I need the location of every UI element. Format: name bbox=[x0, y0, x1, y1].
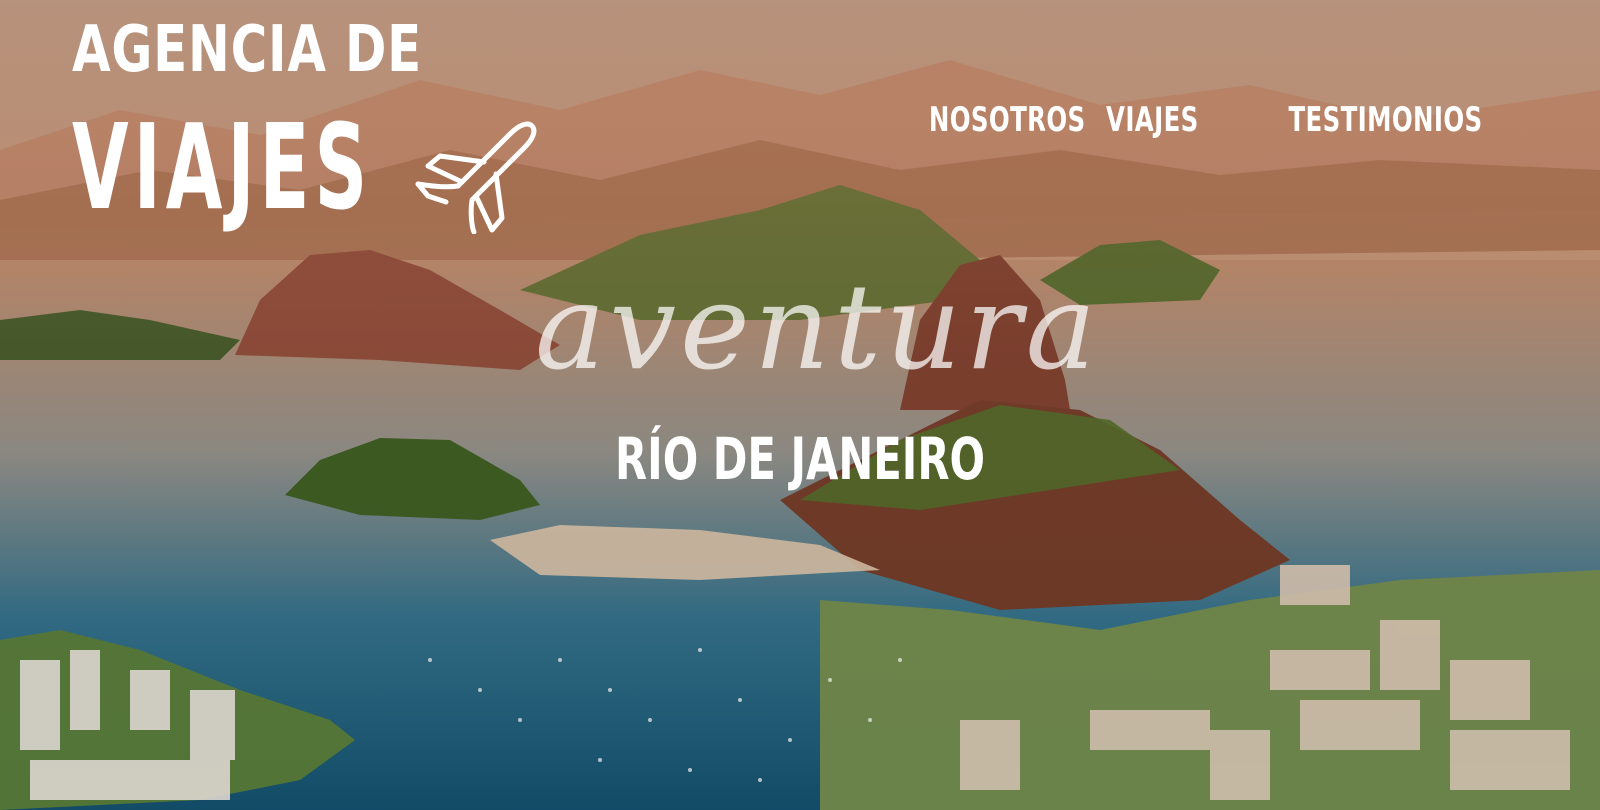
hero-city-title: RÍO DE JANEIRO bbox=[615, 425, 985, 493]
nav-link-viajes[interactable]: VIAJES bbox=[1106, 100, 1199, 140]
hero-section: AGENCIA DE VIAJES NOSOTROS VIAJES TESTIM… bbox=[0, 0, 1600, 810]
main-nav: NOSOTROS VIAJES TESTIMONIOS bbox=[868, 100, 1482, 140]
site-logo[interactable]: AGENCIA DE VIAJES bbox=[72, 13, 542, 236]
logo-line-agencia: AGENCIA DE bbox=[72, 13, 423, 87]
airplane-icon bbox=[415, 121, 537, 234]
nav-link-testimonios[interactable]: TESTIMONIOS bbox=[1288, 100, 1482, 140]
hero-script-word: aventura bbox=[535, 258, 1101, 396]
nav-link-nosotros[interactable]: NOSOTROS bbox=[929, 100, 1086, 140]
logo-line-viajes: VIAJES bbox=[72, 98, 373, 236]
